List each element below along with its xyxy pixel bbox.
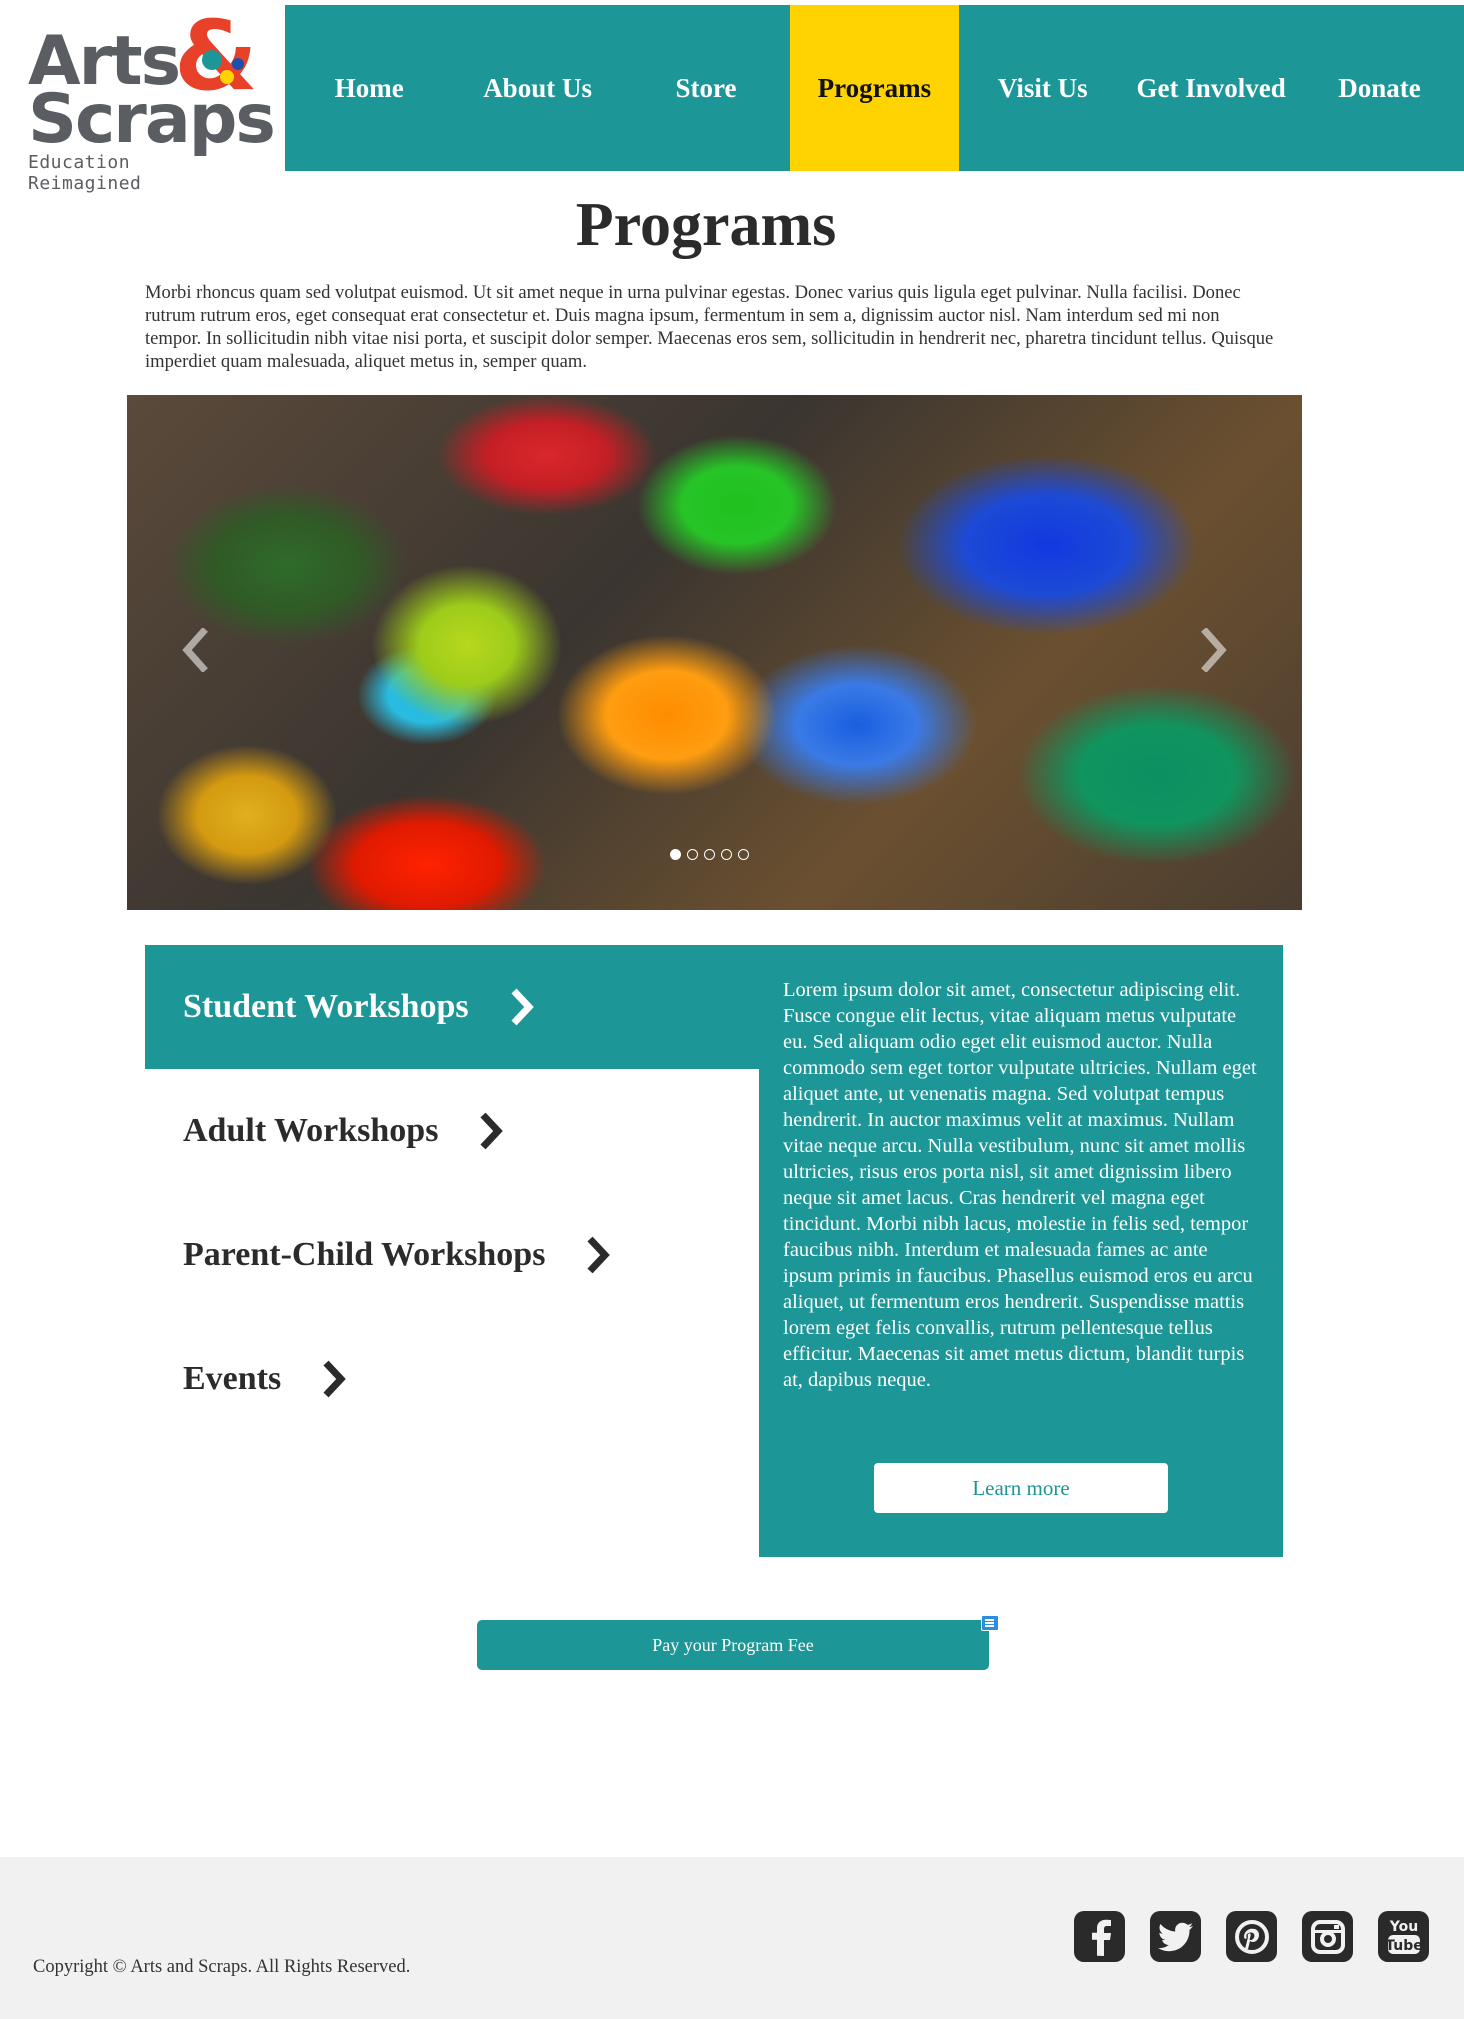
social-links: You Tube	[1074, 1911, 1429, 1962]
chevron-right-icon	[323, 1360, 347, 1398]
carousel-dots	[670, 849, 749, 860]
copyright-text: Copyright © Arts and Scraps. All Rights …	[33, 1957, 411, 1977]
footer: Copyright © Arts and Scraps. All Rights …	[0, 1857, 1464, 2019]
chevron-right-icon	[511, 988, 534, 1026]
carousel-prev-button[interactable]	[175, 625, 215, 675]
nav-item-donate[interactable]: Donate	[1295, 5, 1463, 171]
carousel-next-button[interactable]	[1194, 625, 1234, 675]
program-detail-panel: Lorem ipsum dolor sit amet, consectetur …	[759, 945, 1283, 1557]
chevron-right-icon	[1201, 628, 1227, 672]
nav-item-home[interactable]: Home	[285, 5, 453, 171]
carousel-dot[interactable]	[721, 849, 732, 860]
instagram-icon[interactable]	[1302, 1911, 1353, 1962]
nav-item-visit-us[interactable]: Visit Us	[959, 5, 1127, 171]
twitter-icon[interactable]	[1150, 1911, 1201, 1962]
carousel-dot[interactable]	[687, 849, 698, 860]
logo[interactable]: Arts Scraps & Education Reimagined	[24, 8, 276, 194]
logo-tagline: Education Reimagined	[28, 152, 142, 194]
main-nav: Home About Us Store Programs Visit Us Ge…	[285, 5, 1464, 171]
carousel-dot[interactable]	[670, 849, 681, 860]
chevron-left-icon	[182, 628, 208, 672]
program-item-label: Student Workshops	[183, 988, 469, 1025]
nav-item-get-involved[interactable]: Get Involved	[1127, 5, 1295, 171]
nav-item-store[interactable]: Store	[622, 5, 790, 171]
chevron-right-icon	[587, 1236, 611, 1274]
nav-item-programs[interactable]: Programs	[790, 5, 959, 171]
carousel-dot[interactable]	[704, 849, 715, 860]
facebook-icon[interactable]	[1074, 1911, 1125, 1962]
logo-dot-yellow	[220, 70, 234, 84]
program-item-adult-workshops[interactable]: Adult Workshops	[145, 1069, 759, 1193]
menu-badge-icon	[981, 1615, 999, 1631]
learn-more-button[interactable]: Learn more	[874, 1463, 1168, 1513]
logo-dot-teal	[202, 50, 222, 70]
program-item-student-workshops[interactable]: Student Workshops	[145, 945, 759, 1069]
image-carousel[interactable]	[127, 395, 1302, 910]
program-item-label: Adult Workshops	[183, 1112, 439, 1149]
pay-program-fee-button[interactable]: Pay your Program Fee	[477, 1620, 989, 1670]
page-title: Programs	[575, 191, 837, 259]
intro-paragraph: Morbi rhoncus quam sed volutpat euismod.…	[145, 282, 1274, 372]
program-item-events[interactable]: Events	[145, 1317, 759, 1441]
program-item-parent-child-workshops[interactable]: Parent-Child Workshops	[145, 1193, 759, 1317]
svg-text:You: You	[1388, 1919, 1417, 1935]
program-detail-text: Lorem ipsum dolor sit amet, consectetur …	[783, 979, 1257, 1391]
chevron-right-icon	[480, 1112, 504, 1150]
nav-item-about-us[interactable]: About Us	[453, 5, 621, 171]
carousel-dot[interactable]	[738, 849, 749, 860]
program-item-label: Events	[183, 1360, 282, 1397]
program-list: Student Workshops Adult Workshops Parent…	[145, 945, 759, 1441]
pinterest-icon[interactable]	[1226, 1911, 1277, 1962]
svg-text:Tube: Tube	[1385, 1938, 1423, 1954]
logo-dot-blue	[232, 58, 244, 70]
program-item-label: Parent-Child Workshops	[183, 1236, 546, 1273]
youtube-icon[interactable]: You Tube	[1378, 1911, 1429, 1962]
